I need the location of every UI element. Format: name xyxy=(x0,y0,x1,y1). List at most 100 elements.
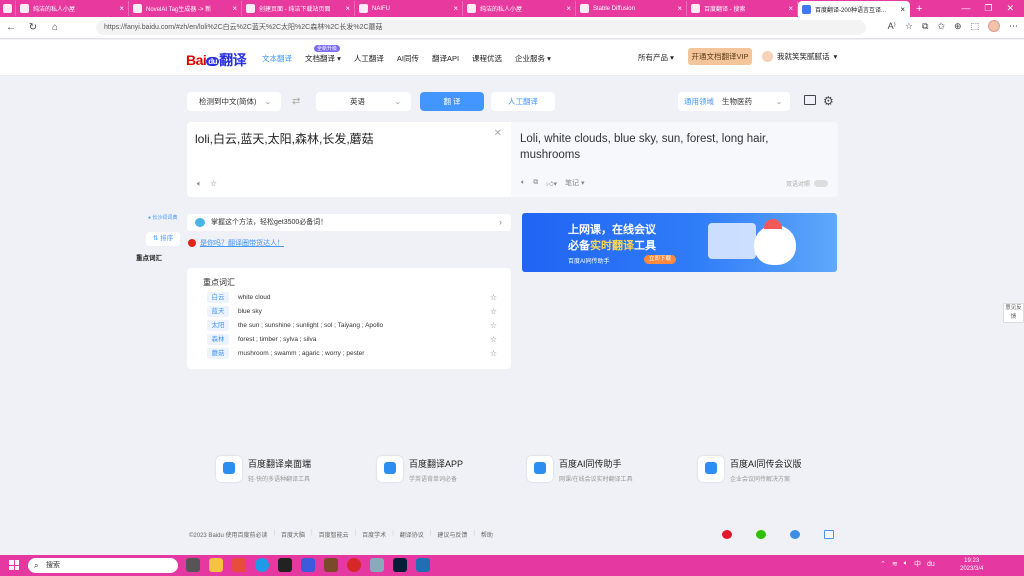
star-icon[interactable]: ☆ xyxy=(490,306,497,318)
sort-button[interactable]: ⇅ 排序 xyxy=(146,232,180,246)
tab-7[interactable]: 百度翻译 - 搜索 × xyxy=(687,1,798,16)
baidu-translate-logo[interactable]: Bai du 翻译 xyxy=(186,50,247,70)
close-icon[interactable]: × xyxy=(449,4,458,13)
back-icon[interactable]: ← xyxy=(0,22,22,33)
new-tab-button[interactable]: + xyxy=(910,3,922,15)
tab-3[interactable]: 创建页面 - 纯洁下载站页面 × xyxy=(242,1,355,16)
edge-icon[interactable] xyxy=(255,558,269,572)
star-icon[interactable]: ☆ xyxy=(490,348,497,360)
target-language-select[interactable]: 英语 ⌄ xyxy=(316,92,411,111)
wechat-icon[interactable] xyxy=(756,530,766,539)
tip-bar[interactable]: 掌握这个方法，轻松get3500必备词！ › xyxy=(187,214,511,231)
maximize-icon[interactable]: ❐ xyxy=(984,3,992,14)
vocab-word[interactable]: 蘑菇 xyxy=(207,348,229,359)
read-aloud-icon[interactable]: A⁾ xyxy=(888,21,896,32)
close-window-icon[interactable]: ✕ xyxy=(1006,3,1014,14)
feedback-tab[interactable]: 意见反馈 xyxy=(1003,303,1024,323)
chevron-up-icon[interactable]: ⌃ xyxy=(880,560,886,568)
copy-icon[interactable]: ⧉ xyxy=(533,179,538,187)
close-icon[interactable]: × xyxy=(115,4,124,13)
footer-link[interactable]: 翻译协议 xyxy=(400,530,424,539)
app-icon[interactable] xyxy=(370,558,384,572)
source-text-area[interactable]: loli,白云,蓝天,太阳,森林,长发,蘑菇 ✕ 🔈︎ ☆ xyxy=(187,122,511,197)
source-language-select[interactable]: 检测到中文(简体) ⌄ xyxy=(187,92,281,111)
nav-enterprise[interactable]: 企业服务 ▾ xyxy=(515,53,551,64)
app-icon[interactable] xyxy=(301,558,315,572)
nav-api[interactable]: 翻译API xyxy=(432,53,459,64)
ad-banner[interactable]: 上网课，在线会议 必备实时翻译工具 百度AI同传助手 立即下载 xyxy=(522,213,837,272)
tab-4[interactable]: NAIFU × xyxy=(355,1,463,16)
thumbs-icon[interactable]: 👍︎▾ xyxy=(546,179,557,188)
url-field[interactable]: https://fanyi.baidu.com/#zh/en/loli%2C白云… xyxy=(96,20,866,35)
promo-link[interactable]: 是你吗？翻译圈带货达人！ xyxy=(188,238,284,248)
footer-link[interactable]: 百度学术 xyxy=(362,530,386,539)
notes-menu[interactable]: 笔记 ▾ xyxy=(565,178,584,188)
favorites-icon[interactable]: ✩ xyxy=(937,21,945,32)
star-icon[interactable]: ☆ xyxy=(490,292,497,304)
clear-input-icon[interactable]: ✕ xyxy=(494,128,502,139)
bilingual-compare[interactable]: 双语对照 xyxy=(786,179,828,188)
tab-8-active[interactable]: 百度翻译-200种语言互译... × xyxy=(798,1,910,17)
app-icon[interactable] xyxy=(278,558,292,572)
footer-link[interactable]: 建议与反馈 xyxy=(437,530,467,539)
wifi-icon[interactable]: ≋ xyxy=(892,560,898,568)
close-icon[interactable]: × xyxy=(673,4,682,13)
gear-icon[interactable]: ⚙ xyxy=(823,94,834,108)
nav-courses[interactable]: 课程优选 xyxy=(472,53,502,64)
photoshop-icon[interactable] xyxy=(393,558,407,572)
footer-link[interactable]: 帮助 xyxy=(481,530,493,539)
app-icon[interactable] xyxy=(324,558,338,572)
footer-link[interactable]: 百度智能云 xyxy=(319,530,349,539)
task-view-icon[interactable] xyxy=(186,558,200,572)
translate-button[interactable]: 翻 译 xyxy=(420,92,484,111)
windows-start-icon[interactable] xyxy=(9,560,19,570)
volume-icon[interactable]: 🔈︎ xyxy=(904,560,908,568)
ime-indicator[interactable]: 中 xyxy=(914,559,921,569)
close-icon[interactable]: × xyxy=(341,4,350,13)
close-icon[interactable]: × xyxy=(784,4,793,13)
speaker-icon[interactable]: 🔈︎ xyxy=(521,179,525,187)
split-screen-icon[interactable]: ⧉ xyxy=(922,21,928,32)
store-icon[interactable] xyxy=(232,558,246,572)
vocab-word[interactable]: 太阳 xyxy=(207,320,229,331)
sidenav-keywords[interactable]: 重点词汇 xyxy=(136,252,162,262)
nav-text-translate[interactable]: 文本翻译 xyxy=(262,53,292,64)
tab-1[interactable]: 纯洁的私人小屋 × xyxy=(16,1,129,16)
all-products-menu[interactable]: 所有产品 ▾ xyxy=(638,52,674,63)
taskbar-search[interactable]: ⌕ 搜索 xyxy=(28,558,178,573)
extensions-icon[interactable]: ⬚ xyxy=(970,21,979,32)
swap-languages-icon[interactable]: ⇄ xyxy=(292,96,300,107)
source-text[interactable]: loli,白云,蓝天,太阳,森林,长发,蘑菇 xyxy=(195,130,374,147)
nav-ai-interpret[interactable]: AI同传 xyxy=(397,53,419,64)
app-icon[interactable] xyxy=(416,558,430,572)
taskbar-clock[interactable]: 19:23 2023/3/4 xyxy=(960,557,983,573)
weibo-icon[interactable] xyxy=(722,530,732,539)
close-icon[interactable]: × xyxy=(562,4,571,13)
close-icon[interactable]: × xyxy=(228,4,237,13)
nav-human-translate[interactable]: 人工翻译 xyxy=(354,53,384,64)
collections-icon[interactable]: ⊕ xyxy=(954,21,962,32)
star-icon[interactable]: ☆ xyxy=(210,179,217,189)
refresh-icon[interactable]: ↻ xyxy=(22,22,44,33)
folder-icon[interactable] xyxy=(804,95,816,105)
domain-select[interactable]: 通用领域 生物医药 ⌄ xyxy=(678,92,790,111)
file-explorer-icon[interactable] xyxy=(209,558,223,572)
favorite-icon[interactable]: ☆ xyxy=(905,21,913,32)
mail-icon[interactable] xyxy=(824,530,834,539)
tab-actions-button[interactable] xyxy=(0,1,16,16)
speaker-icon[interactable]: 🔈︎ xyxy=(197,179,202,189)
baidu-input-icon[interactable]: du xyxy=(927,561,935,568)
vocab-word[interactable]: 蓝天 xyxy=(207,306,229,317)
star-icon[interactable]: ☆ xyxy=(490,320,497,332)
footer-link[interactable]: ©2023 Baidu 使用百度前必读 xyxy=(189,530,267,539)
footer-link[interactable]: 百度大脑 xyxy=(281,530,305,539)
vip-button[interactable]: 开通文档翻译VIP xyxy=(688,48,752,65)
tab-6[interactable]: Stable Diffusion × xyxy=(576,1,687,16)
home-icon[interactable]: ⌂ xyxy=(44,22,66,33)
tab-5[interactable]: 纯洁的私人小屋 × xyxy=(463,1,576,16)
close-icon[interactable]: × xyxy=(896,5,905,14)
nav-doc-translate[interactable]: 文档翻译 ▾ xyxy=(305,53,341,64)
profile-avatar[interactable] xyxy=(988,20,1000,32)
tab-2[interactable]: NovelAI Tag生成器 -> 新 × xyxy=(129,1,242,16)
compare-toggle[interactable] xyxy=(814,180,828,187)
